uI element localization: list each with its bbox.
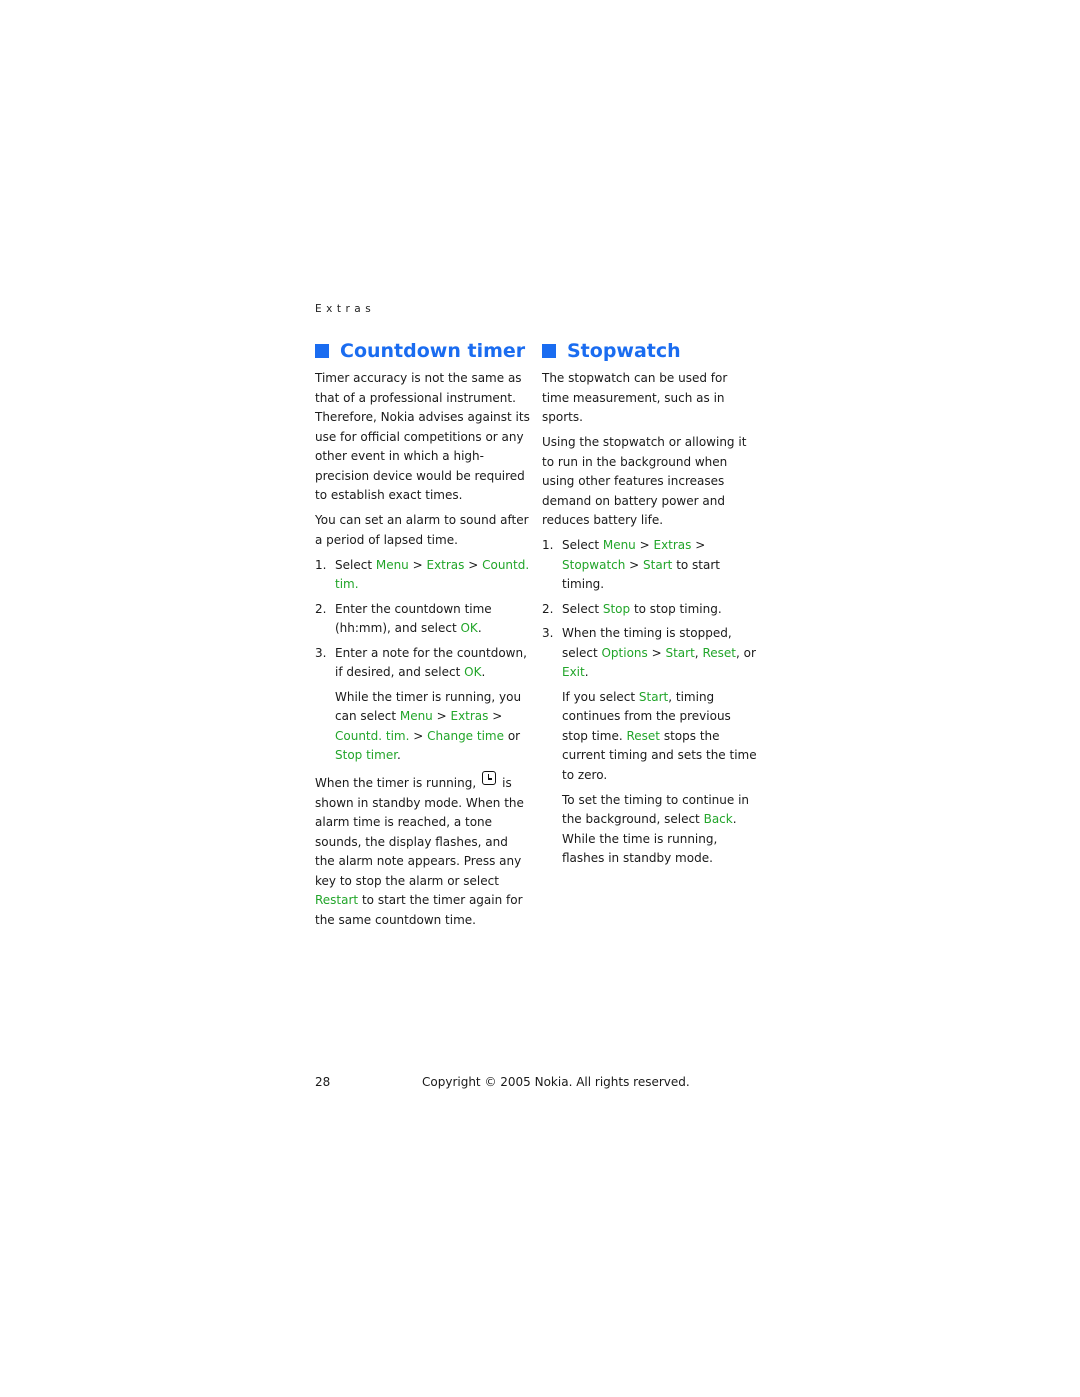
separator: >: [488, 709, 503, 723]
stopwatch-battery-note: Using the stopwatch or allowing it to ru…: [542, 435, 747, 527]
stop-link: Stop: [602, 601, 631, 616]
countdown-running-note: While the timer is running, you can sele…: [315, 688, 530, 766]
step-text: Select: [335, 557, 376, 572]
note-text: or: [504, 728, 521, 743]
stopwatch-intro: The stopwatch can be used for time measu…: [542, 371, 728, 424]
separator: , or: [735, 645, 756, 660]
start-link: Start: [643, 557, 673, 572]
countdown-running-text: When the timer is running, is shown in st…: [315, 771, 530, 930]
note-text: If you select: [562, 689, 639, 704]
stopwatch-step-2: 2. Select Stop to stop timing.: [542, 600, 757, 620]
section-header: Extras: [315, 303, 376, 315]
note-text: flashes in standby mode.: [562, 851, 713, 865]
separator: >: [408, 557, 427, 572]
start-link: Start: [638, 689, 669, 704]
countdown-timer-title: Countdown timer: [340, 340, 526, 362]
note-text: .: [397, 748, 401, 762]
step-number: 3.: [542, 626, 554, 640]
stopwatch-start-reset-note: If you select Start, timing continues fr…: [542, 688, 757, 786]
countdown-step-3: 3. Enter a note for the countdown, if de…: [315, 644, 530, 683]
separator: >: [635, 538, 654, 552]
separator: >: [464, 557, 483, 572]
heading-square-icon: [315, 344, 329, 358]
stopwatch-column: Stopwatch The stopwatch can be used for …: [542, 338, 757, 874]
menu-link: Menu: [602, 538, 636, 552]
running-text: When the timer is running,: [315, 776, 477, 790]
stopwatch-step-1: 1. Select Menu > Extras > Stopwatch > St…: [542, 536, 757, 595]
menu-link: Menu: [375, 557, 409, 572]
step-text: Select: [562, 538, 603, 552]
stopwatch-step-3: 3. When the timing is stopped, select Op…: [542, 624, 757, 683]
separator: >: [625, 557, 644, 572]
step-text: Select: [562, 601, 603, 616]
restart-link: Restart: [315, 893, 359, 907]
countdown-alarm-text: You can set an alarm to sound after a pe…: [315, 513, 529, 547]
separator: >: [691, 538, 706, 552]
countd-tim-link: Countd. tim.: [335, 728, 410, 743]
countdown-step-1: 1. Select Menu > Extras > Countd. tim.: [315, 556, 530, 595]
separator: >: [409, 728, 428, 743]
heading-square-icon: [542, 344, 556, 358]
stopwatch-background-note: To set the timing to continue in the bac…: [542, 791, 757, 869]
separator: >: [432, 709, 451, 723]
timer-clock-icon: [482, 771, 497, 785]
stopwatch-title: Stopwatch: [567, 340, 681, 362]
separator: >: [647, 645, 666, 660]
running-text: is shown in standby mode. When the alarm…: [315, 776, 524, 888]
change-time-link: Change time: [427, 728, 504, 743]
step-text: Enter a note for the countdown, if desir…: [335, 645, 527, 680]
step-number: 1.: [542, 538, 554, 552]
step-text: .: [481, 665, 486, 679]
step-text: to stop timing.: [630, 601, 722, 616]
step-number: 1.: [315, 557, 327, 572]
stop-timer-link: Stop timer: [335, 748, 398, 762]
extras-link: Extras: [450, 709, 489, 723]
options-link: Options: [601, 645, 648, 660]
stopwatch-steps: 1. Select Menu > Extras > Stopwatch > St…: [542, 536, 757, 683]
countdown-timer-heading: Countdown timer: [315, 338, 530, 364]
start-link: Start: [665, 645, 695, 660]
reset-link: Reset: [702, 645, 736, 660]
ok-link: OK: [464, 665, 482, 679]
countdown-intro: Timer accuracy is not the same as that o…: [315, 371, 530, 502]
reset-link: Reset: [626, 728, 661, 743]
exit-link: Exit: [562, 665, 585, 679]
countdown-step-2: 2. Enter the countdown time (hh:mm), and…: [315, 600, 530, 639]
step-number: 2.: [315, 601, 327, 616]
step-number: 2.: [542, 601, 554, 616]
extras-link: Extras: [426, 557, 465, 572]
page-number: 28: [315, 1075, 331, 1089]
back-link: Back: [703, 812, 733, 826]
extras-link: Extras: [653, 538, 692, 552]
stopwatch-heading: Stopwatch: [542, 338, 757, 364]
copyright: Copyright © 2005 Nokia. All rights reser…: [422, 1075, 690, 1089]
step-text: .: [477, 621, 482, 635]
ok-link: OK: [460, 621, 478, 635]
step-number: 3.: [315, 645, 327, 660]
menu-link: Menu: [399, 709, 433, 723]
countdown-timer-column: Countdown timer Timer accuracy is not th…: [315, 338, 530, 936]
step-text: .: [584, 665, 589, 679]
countdown-steps: 1. Select Menu > Extras > Countd. tim. 2…: [315, 556, 530, 683]
stopwatch-link: Stopwatch: [562, 557, 626, 572]
